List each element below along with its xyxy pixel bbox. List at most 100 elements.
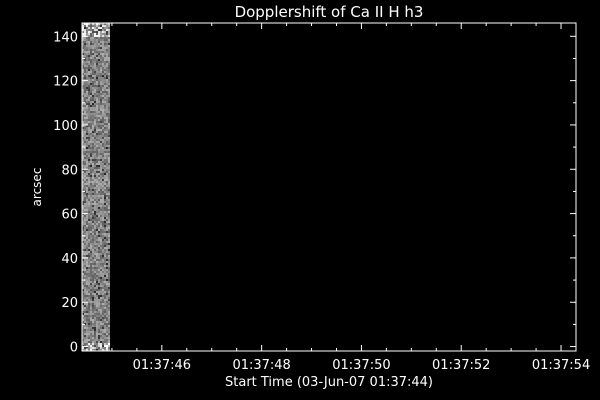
heatmap-cell xyxy=(86,41,88,43)
heatmap-cell xyxy=(98,309,100,311)
heatmap-cell xyxy=(92,27,94,29)
heatmap-cell xyxy=(104,285,106,287)
heatmap-cell xyxy=(104,133,106,135)
heatmap-cell xyxy=(90,59,92,61)
heatmap-cell xyxy=(108,295,110,297)
heatmap-cell xyxy=(92,137,94,139)
heatmap-cell xyxy=(88,311,90,313)
heatmap-cell xyxy=(102,91,104,93)
heatmap-cell xyxy=(104,305,106,307)
heatmap-cell xyxy=(84,247,86,249)
heatmap-cell xyxy=(98,191,100,193)
heatmap-cell xyxy=(94,205,96,207)
heatmap-cell xyxy=(92,307,94,309)
heatmap-cell xyxy=(96,37,98,39)
heatmap-cell xyxy=(106,127,108,129)
heatmap-cell xyxy=(94,279,96,281)
heatmap-cell xyxy=(100,27,102,29)
heatmap-cell xyxy=(108,215,110,217)
heatmap-cell xyxy=(86,277,88,279)
heatmap-cell xyxy=(90,319,92,321)
heatmap-cell xyxy=(96,287,98,289)
heatmap-cell xyxy=(86,287,88,289)
heatmap-cell xyxy=(104,203,106,205)
heatmap-cell xyxy=(100,29,102,31)
heatmap-cell xyxy=(88,239,90,241)
heatmap-cell xyxy=(84,55,86,57)
heatmap-cell xyxy=(100,271,102,273)
heatmap-cell xyxy=(100,67,102,69)
heatmap-cell xyxy=(98,235,100,237)
heatmap-cell xyxy=(88,225,90,227)
heatmap-cell xyxy=(98,141,100,143)
heatmap-cell xyxy=(94,143,96,145)
heatmap-cell xyxy=(88,337,90,339)
heatmap-cell xyxy=(104,237,106,239)
heatmap-cell xyxy=(94,37,96,39)
heatmap-cell xyxy=(84,105,86,107)
heatmap-cell xyxy=(104,323,106,325)
heatmap-cell xyxy=(94,123,96,125)
heatmap-cell xyxy=(100,99,102,101)
heatmap-cell xyxy=(102,315,104,317)
heatmap-cell xyxy=(104,313,106,315)
heatmap-cell xyxy=(106,343,108,345)
heatmap-cell xyxy=(100,151,102,153)
heatmap-cell xyxy=(88,277,90,279)
heatmap-cell xyxy=(98,123,100,125)
heatmap-cell xyxy=(98,265,100,267)
heatmap-cell xyxy=(98,217,100,219)
heatmap-cell xyxy=(94,251,96,253)
heatmap-cell xyxy=(88,151,90,153)
heatmap-cell xyxy=(94,63,96,65)
heatmap-cell xyxy=(106,101,108,103)
heatmap-cell xyxy=(96,317,98,319)
heatmap-cell xyxy=(86,271,88,273)
heatmap-cell xyxy=(94,47,96,49)
heatmap-cell xyxy=(92,95,94,97)
heatmap-cell xyxy=(90,297,92,299)
heatmap-cell xyxy=(92,231,94,233)
heatmap-cell xyxy=(98,103,100,105)
heatmap-cell xyxy=(102,171,104,173)
heatmap-cell xyxy=(96,239,98,241)
heatmap-cell xyxy=(84,121,86,123)
heatmap-cell xyxy=(102,35,104,37)
heatmap-cell xyxy=(90,111,92,113)
heatmap-cell xyxy=(104,45,106,47)
heatmap-cell xyxy=(104,129,106,131)
heatmap-cell xyxy=(92,41,94,43)
heatmap-cell xyxy=(92,335,94,337)
heatmap-cell xyxy=(98,331,100,333)
heatmap-cell xyxy=(108,261,110,263)
heatmap-cell xyxy=(98,195,100,197)
heatmap-cell xyxy=(94,191,96,193)
heatmap-cell xyxy=(106,43,108,45)
heatmap-cell xyxy=(100,127,102,129)
heatmap-cell xyxy=(90,101,92,103)
heatmap-cell xyxy=(88,295,90,297)
heatmap-cell xyxy=(104,157,106,159)
heatmap-cell xyxy=(84,189,86,191)
heatmap-cell xyxy=(100,115,102,117)
heatmap-cell xyxy=(90,123,92,125)
heatmap-cell xyxy=(106,245,108,247)
heatmap-cell xyxy=(86,159,88,161)
heatmap-cell xyxy=(96,231,98,233)
heatmap-cell xyxy=(108,279,110,281)
heatmap-cell xyxy=(94,167,96,169)
heatmap-cell xyxy=(102,83,104,85)
heatmap-cell xyxy=(88,283,90,285)
heatmap-cell xyxy=(102,291,104,293)
heatmap-cell xyxy=(98,271,100,273)
heatmap-cell xyxy=(98,193,100,195)
heatmap-cell xyxy=(86,207,88,209)
heatmap-cell xyxy=(84,243,86,245)
heatmap-cell xyxy=(104,39,106,41)
heatmap-cell xyxy=(84,313,86,315)
heatmap-cell xyxy=(100,273,102,275)
heatmap-cell xyxy=(96,171,98,173)
heatmap-cell xyxy=(86,243,88,245)
heatmap-cell xyxy=(92,49,94,51)
heatmap-cell xyxy=(94,247,96,249)
